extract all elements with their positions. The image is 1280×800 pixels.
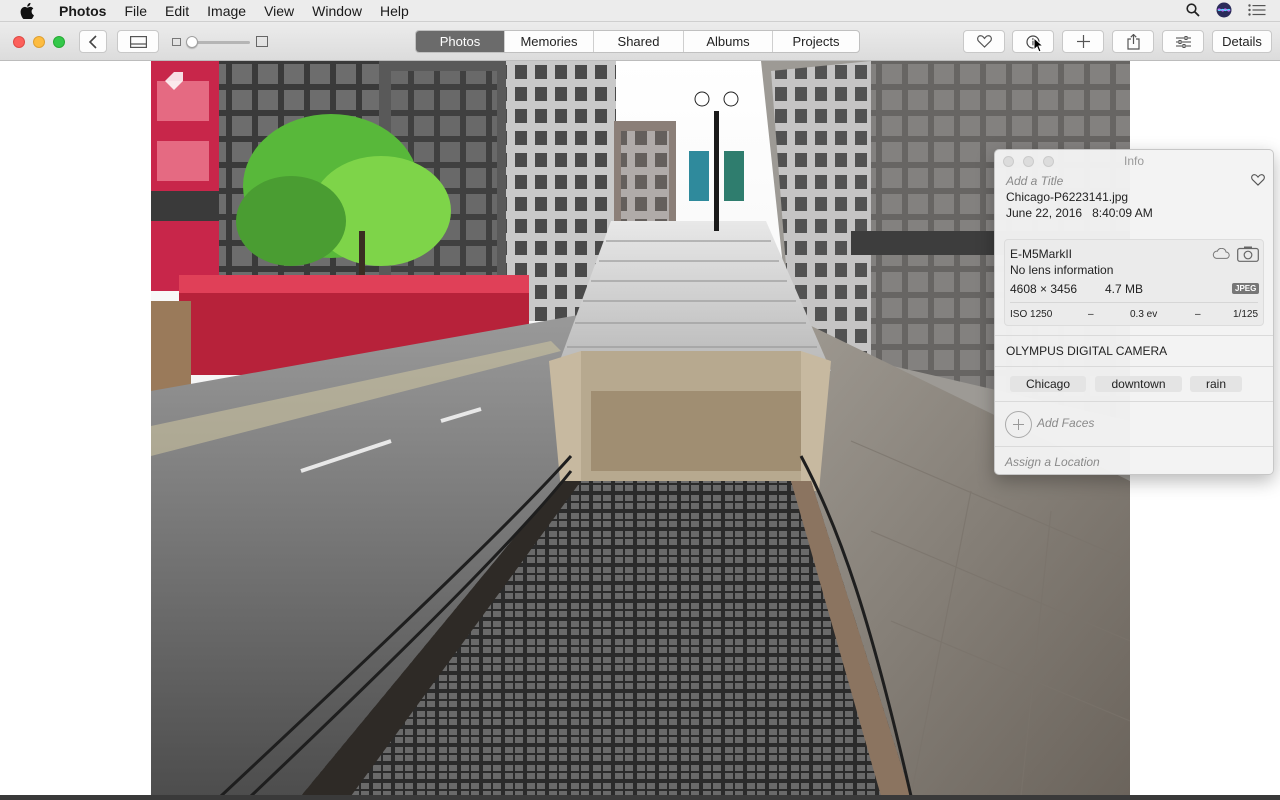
- image-dimensions: 4608 × 3456: [1010, 282, 1078, 296]
- favorite-button[interactable]: [963, 30, 1005, 53]
- chevron-left-icon: [88, 34, 97, 49]
- minimize-window-button[interactable]: [33, 36, 45, 48]
- apple-icon[interactable]: [20, 2, 36, 19]
- share-icon: [1126, 33, 1140, 50]
- aperture-value: –: [1195, 309, 1201, 320]
- keyword-tag[interactable]: Chicago: [1010, 376, 1086, 392]
- keyword-tag[interactable]: downtown: [1095, 376, 1182, 392]
- watermark-text: Linked: [1141, 753, 1224, 786]
- plus-icon: [1076, 35, 1090, 48]
- add-faces-button[interactable]: [1005, 411, 1032, 438]
- watermark-in-box: in: [1226, 754, 1259, 786]
- keyword-tag[interactable]: rain: [1190, 376, 1242, 392]
- menu-view[interactable]: View: [255, 0, 303, 22]
- menu-image[interactable]: Image: [198, 0, 255, 22]
- menu-edit[interactable]: Edit: [156, 0, 198, 22]
- zoom-window-button[interactable]: [53, 36, 65, 48]
- exposure-value: 0.3 ev: [1130, 309, 1158, 320]
- street-photo: [151, 61, 1130, 796]
- camera-model: E-M5MarkII: [1010, 247, 1073, 261]
- notification-center-icon[interactable]: [1248, 3, 1266, 19]
- lens-info: No lens information: [1010, 263, 1114, 277]
- cloud-icon: [1212, 247, 1230, 262]
- back-button[interactable]: [79, 30, 107, 53]
- divider: [995, 335, 1273, 336]
- heart-icon[interactable]: [1251, 174, 1265, 189]
- linkedin-watermark: Linked in: [1141, 752, 1259, 788]
- format-badge: JPEG: [1232, 283, 1260, 294]
- tab-memories[interactable]: Memories: [505, 31, 594, 52]
- focal-length-value: –: [1088, 309, 1094, 320]
- add-faces-label[interactable]: Add Faces: [1037, 416, 1094, 430]
- camera-info-box: E-M5MarkII No lens information 4608 × 34…: [1004, 239, 1264, 326]
- tab-projects[interactable]: Projects: [773, 31, 859, 52]
- zoom-in-icon[interactable]: [256, 36, 268, 47]
- shutter-speed-value: 1/125: [1233, 309, 1259, 320]
- tab-shared[interactable]: Shared: [594, 31, 684, 52]
- zoom-out-icon[interactable]: [172, 38, 181, 46]
- window-toolbar: Photos Memories Shared Albums Projects D…: [0, 22, 1280, 61]
- camera-icon: [1237, 246, 1259, 265]
- file-size: 4.7 MB: [1105, 282, 1144, 296]
- siri-icon[interactable]: [1216, 2, 1232, 21]
- divider: [995, 446, 1273, 447]
- menu-file[interactable]: File: [115, 0, 156, 22]
- zoom-slider-knob[interactable]: [186, 36, 198, 48]
- menu-bar: Photos File Edit Image View Window Help: [0, 0, 1280, 22]
- toggle-sidebar-button[interactable]: [117, 30, 159, 53]
- add-to-button[interactable]: [1062, 30, 1104, 53]
- tab-albums[interactable]: Albums: [684, 31, 773, 52]
- close-window-button[interactable]: [13, 36, 25, 48]
- bottom-edge: [0, 795, 1280, 800]
- info-panel: Info Add a Title Chicago-P6223141.jpg Ju…: [994, 149, 1274, 475]
- add-title-field[interactable]: Add a Title: [1006, 174, 1063, 188]
- share-button[interactable]: [1112, 30, 1154, 53]
- plus-icon: [1013, 419, 1024, 430]
- menu-app-photos[interactable]: Photos: [50, 0, 115, 22]
- details-button[interactable]: Details: [1212, 30, 1272, 53]
- sidebar-icon: [129, 35, 147, 48]
- caption-field[interactable]: OLYMPUS DIGITAL CAMERA: [1006, 344, 1167, 358]
- heart-icon: [976, 35, 992, 48]
- spotlight-search-icon[interactable]: [1186, 2, 1200, 20]
- photo-view[interactable]: [151, 61, 1130, 796]
- sliders-icon: [1175, 35, 1191, 48]
- menu-help[interactable]: Help: [371, 0, 418, 22]
- panel-title: Info: [1123, 154, 1144, 168]
- mouse-cursor-icon: [1033, 37, 1043, 53]
- assign-location-field[interactable]: Assign a Location: [1005, 455, 1100, 469]
- iso-value: ISO 1250: [1010, 309, 1053, 320]
- divider: [995, 401, 1273, 402]
- divider: [995, 366, 1273, 367]
- photo-date: June 22, 2016 8:40:09 AM: [1006, 206, 1153, 220]
- exif-divider: [1010, 302, 1258, 303]
- adjustments-button[interactable]: [1162, 30, 1204, 53]
- menu-window[interactable]: Window: [303, 0, 371, 22]
- photo-filename: Chicago-P6223141.jpg: [1006, 190, 1129, 204]
- tab-photos[interactable]: Photos: [416, 31, 505, 52]
- view-tabs: Photos Memories Shared Albums Projects: [415, 30, 860, 53]
